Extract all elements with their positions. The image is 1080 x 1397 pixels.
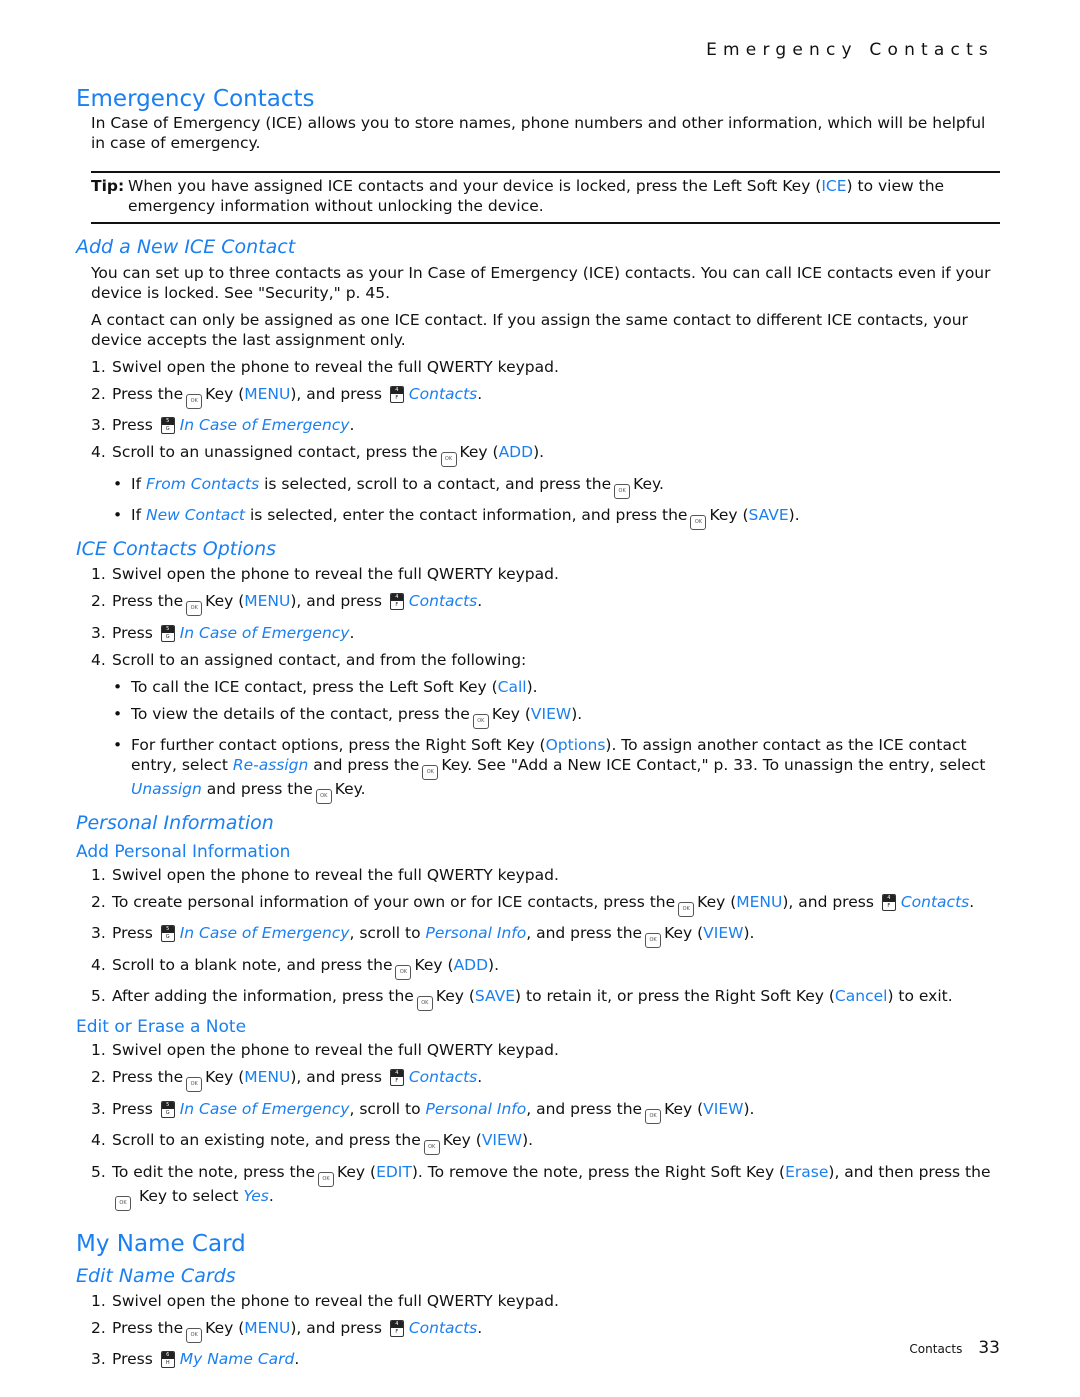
ok-key-icon: OK (186, 601, 203, 616)
subsection-title-personal-information: Personal Information (76, 811, 274, 834)
list-item: 4. Scroll to an unassigned contact, press… (76, 443, 1000, 467)
list-item: 3. Press 6 H My Name Card. (91, 1350, 300, 1368)
tip-label: Tip: (91, 177, 125, 195)
list-item: 3. Press 5 G In Case of Emergency. (91, 623, 355, 642)
tip-box: Tip: When you have assigned ICE contacts… (91, 171, 1000, 224)
ok-key-icon: OK (186, 1327, 203, 1343)
page-footer: Contacts 33 (909, 1338, 1000, 1358)
list-item: 2. Press the OK Key (MENU), and press 4 F Con… (76, 592, 1000, 616)
ok-key-icon: OK (440, 452, 457, 467)
list-item: 3. Press 5 G In Case of Emergency, scroll t… (76, 1100, 1000, 1124)
ok-key-icon: OK (422, 764, 439, 780)
ok-key-icon: OK (472, 713, 489, 729)
list-item: 3. Press 5 G In Case of Emergency, scroll t… (76, 924, 1000, 948)
list-item: 1. Swivel open the phone to reveal the fu… (91, 1291, 559, 1310)
add-personal-steps: 1. Swivel open the phone to reveal the fu… (76, 865, 1000, 1011)
add-ice-para-1: You can set up to three contacts as your… (91, 264, 991, 302)
add-ice-para-2: A contact can only be assigned as one IC… (91, 311, 968, 349)
list-item: 4. Scroll to an existing note, and press … (76, 1131, 1000, 1155)
tip-text: When you have assigned ICE contacts and … (128, 177, 945, 215)
list-item: 1. Swivel open the phone to reveal the fu… (91, 865, 559, 884)
ok-key-icon: OK (423, 1140, 440, 1155)
edit-note-steps: 1. Swivel open the phone to reveal the fu… (76, 1041, 1000, 1211)
ok-key-icon: OK (645, 933, 662, 948)
list-item: • To call the ICE contact, press the Left… (113, 677, 538, 696)
running-header: Emergency Contacts (706, 40, 994, 60)
subsection-title-ice-options: ICE Contacts Options (76, 538, 277, 560)
key-5g-icon: 5G (160, 1100, 175, 1118)
page-content: Emergency Contacts In Case of Emergency … (76, 84, 1000, 1370)
list-item: 1. Swivel open the phone to reveal the fu… (91, 1041, 559, 1059)
subsection-title-add-personal-information: Add Personal Information (76, 841, 291, 862)
footer-section-name: Contacts (909, 1342, 963, 1356)
ok-key-icon: OK (645, 1108, 662, 1124)
list-item: • To view the details of the contact, pre… (76, 705, 1000, 729)
key-5g-icon: 5G (160, 925, 175, 942)
list-item: • If From Contacts is selected, scroll to… (76, 475, 1000, 499)
list-item: 2. Press the OK Key (MENU), and press 4 F Con… (76, 1319, 1000, 1343)
list-item: 2. Press the OK Key (MENU), and press 4 F Con… (76, 1068, 1000, 1092)
key-4f-icon: 4F (389, 1319, 404, 1337)
ok-key-icon: OK (315, 788, 332, 804)
ok-key-icon: OK (416, 996, 433, 1011)
ok-key-icon: OK (690, 515, 707, 530)
list-item: 4. Scroll to a blank note, and press the O… (76, 956, 1000, 980)
list-item: • For further contact options, press the … (76, 736, 1000, 804)
key-5g-icon: 5G (160, 417, 175, 434)
list-item: 5. To edit the note, press the OK Key (EDIT… (76, 1163, 1000, 1211)
ok-key-icon: OK (186, 1077, 203, 1092)
page-number: 33 (978, 1338, 1000, 1358)
key-6h-icon: 6H (160, 1351, 175, 1368)
list-item: 3. Press 5 G In Case of Emergency. (91, 416, 355, 434)
list-item: 5. After adding the information, press th… (76, 987, 1000, 1011)
subsection-title-edit-name-cards: Edit Name Cards (76, 1264, 236, 1287)
ok-key-icon: OK (318, 1171, 334, 1187)
ice-options-steps: 1. Swivel open the phone to reveal the fu… (76, 565, 1000, 804)
section-title-emergency-contacts: Emergency Contacts (76, 86, 315, 112)
list-item: 1. Swivel open the phone to reveal the fu… (91, 357, 559, 376)
ok-key-icon: OK (186, 393, 203, 409)
ok-key-icon: OK (395, 964, 412, 980)
key-4f-icon: 4F (881, 893, 896, 911)
list-item: 4. Scroll to an assigned contact, and fro… (91, 650, 527, 669)
list-item: 2. Press the OK Key (MENU), and press 4 F Con… (76, 385, 1000, 409)
key-4f-icon: 4F (389, 593, 404, 610)
ok-key-icon: OK (115, 1195, 131, 1211)
subsection-title-add-ice: Add a New ICE Contact (76, 236, 296, 258)
key-4f-icon: 4F (389, 385, 404, 403)
add-ice-steps: 1. Swivel open the phone to reveal the fu… (76, 357, 1000, 530)
list-item: • If New Contact is selected, enter the c… (76, 506, 1000, 530)
list-item: 1. Swivel open the phone to reveal the fu… (91, 565, 559, 583)
list-item: 2. To create personal information of your… (76, 893, 1000, 917)
intro-paragraph: In Case of Emergency (ICE) allows you to… (91, 114, 986, 152)
ok-key-icon: OK (614, 483, 631, 499)
subsection-title-edit-erase-note: Edit or Erase a Note (76, 1017, 247, 1037)
edit-name-card-steps: 1. Swivel open the phone to reveal the fu… (76, 1292, 1000, 1370)
key-4f-icon: 4F (389, 1069, 404, 1086)
ok-key-icon: OK (678, 901, 695, 917)
key-5g-icon: 5G (160, 624, 175, 642)
section-title-my-name-card: My Name Card (76, 1230, 246, 1257)
